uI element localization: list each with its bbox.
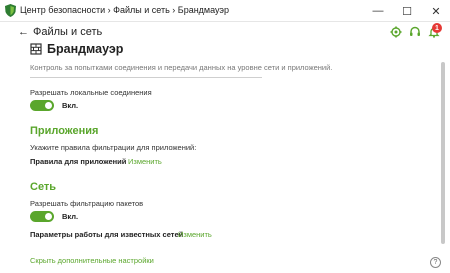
maximize-button[interactable]: ☐ — [393, 0, 421, 22]
app-rules-change-link[interactable]: Изменить — [128, 157, 162, 166]
applications-section-title: Приложения — [30, 125, 99, 137]
page-header: Брандмауэр — [30, 42, 123, 56]
known-networks-label: Параметры работы для известных сетей — [30, 230, 184, 239]
close-button[interactable]: ✕ — [422, 0, 450, 22]
shield-app-icon — [5, 4, 16, 17]
app-rules-label: Правила для приложений — [30, 157, 127, 166]
minimize-button[interactable]: — — [364, 0, 392, 22]
network-section-title: Сеть — [30, 181, 57, 193]
window-title: Центр безопасности › Файлы и сеть › Бран… — [20, 5, 230, 15]
back-arrow-icon: ← — [18, 26, 29, 38]
title-bar: Центр безопасности › Файлы и сеть › Бран… — [0, 0, 450, 22]
back-button[interactable]: ← Файлы и сеть — [18, 26, 102, 38]
packet-filtering-label: Разрешать фильтрацию пакетов — [30, 199, 144, 208]
divider — [30, 77, 262, 78]
hide-advanced-settings-link[interactable]: Скрыть дополнительные настройки — [30, 256, 154, 265]
toggle-knob — [45, 213, 52, 220]
packet-filtering-toggle[interactable] — [30, 211, 54, 222]
applications-prompt: Укажите правила фильтрации для приложени… — [30, 143, 197, 152]
support-icon[interactable] — [409, 26, 421, 38]
gear-icon[interactable] — [390, 26, 402, 38]
known-networks-change-link[interactable]: Изменить — [178, 230, 212, 239]
notification-badge: 1 — [432, 23, 442, 33]
help-icon[interactable]: ? — [430, 257, 441, 268]
scrollbar[interactable] — [441, 62, 445, 244]
back-label: Файлы и сеть — [33, 26, 103, 38]
firewall-icon — [30, 43, 42, 55]
page-description: Контроль за попытками соединения и перед… — [30, 63, 333, 72]
page-title: Брандмауэр — [47, 42, 124, 56]
local-connections-toggle-label: Вкл. — [62, 101, 79, 110]
local-connections-label: Разрешать локальные соединения — [30, 88, 152, 97]
toggle-knob — [45, 102, 52, 109]
local-connections-toggle[interactable] — [30, 100, 54, 111]
packet-filtering-toggle-label: Вкл. — [62, 212, 79, 221]
